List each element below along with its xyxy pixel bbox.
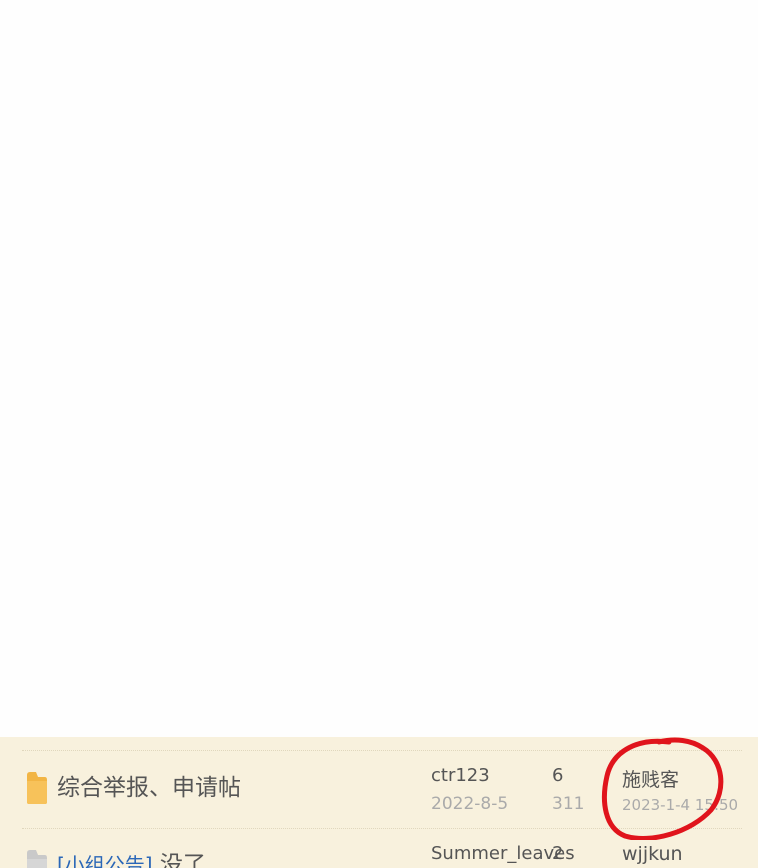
thread-last-poster[interactable]: wjjkun <box>622 843 683 865</box>
empty-content-area <box>0 0 758 737</box>
thread-author[interactable]: ctr123 <box>431 765 490 786</box>
thread-replies-count: 2 <box>552 843 564 864</box>
thread-tag[interactable]: [小组公告] <box>57 853 153 868</box>
thread-title-text[interactable]: 综合举报、申请帖 <box>57 775 241 801</box>
thread-title[interactable]: [小组公告] 没了 <box>57 851 206 868</box>
thread-title-text[interactable]: 没了 <box>160 852 206 868</box>
thread-row[interactable]: [小组公告] 没了 Summer_leaves 2 wjjkun <box>0 829 758 868</box>
thread-title[interactable]: 综合举报、申请帖 <box>57 774 241 802</box>
folder-icon <box>27 850 47 868</box>
thread-last-poster[interactable]: 施贱客 <box>622 765 679 792</box>
thread-replies-count: 6 <box>552 765 564 786</box>
thread-list: 综合举报、申请帖 ctr123 2022-8-5 6 311 施贱客 2023-… <box>0 737 758 868</box>
thread-row[interactable]: 综合举报、申请帖 ctr123 2022-8-5 6 311 施贱客 2023-… <box>0 751 758 831</box>
folder-icon <box>27 772 47 804</box>
thread-author-date: 2022-8-5 <box>431 794 509 814</box>
thread-views-count: 311 <box>552 794 585 814</box>
thread-last-post-date[interactable]: 2023-1-4 15:50 <box>622 796 738 814</box>
